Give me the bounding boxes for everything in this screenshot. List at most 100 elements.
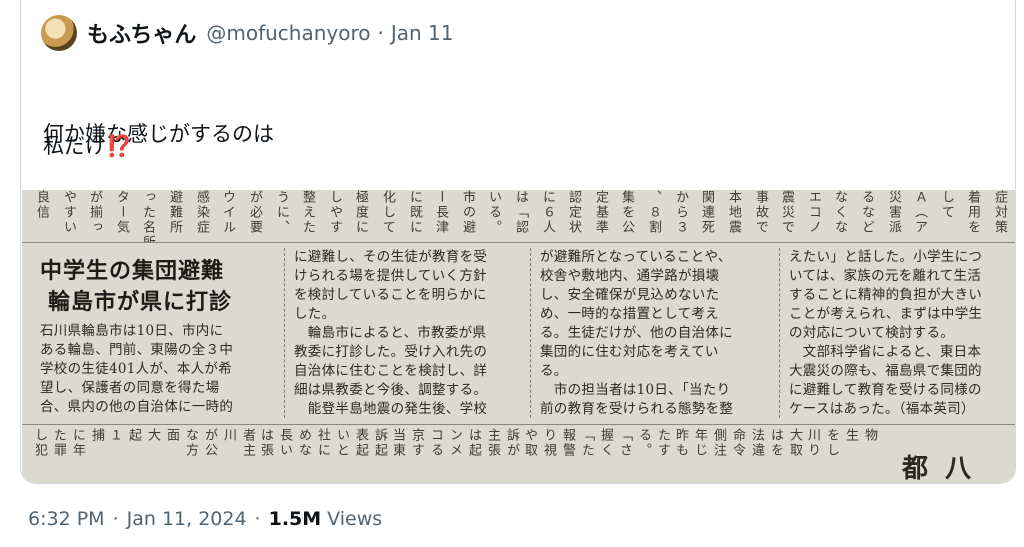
article-line: る。生徒だけが、他の自治体に (540, 325, 733, 341)
author-handle[interactable]: @mofuchanyoro (206, 21, 370, 45)
vertical-text-column: 面 (164, 428, 179, 443)
newspaper-top-strip: 良信 やすい が揃っ ター気 った名所 避難所 感染症 ウイル が必要 うに、 整えた しやす 極度に化… (22, 190, 1015, 242)
newspaper-rule-bottom (22, 424, 1015, 425)
article-line: えたい」と話した。小学生につ (789, 249, 983, 265)
article-line: 自治体に住むことを検討し、詳 (294, 363, 488, 379)
vertical-text-column: に既に (407, 190, 422, 235)
metadata-separator: · (254, 508, 261, 530)
vertical-text-column: 握く (598, 428, 613, 458)
vertical-text-column: ウイル (220, 190, 235, 235)
vertical-text-column: 報警 (560, 428, 575, 458)
article-line: 細は県教委と今後、調整する。 (294, 382, 488, 398)
vertical-text-column: １ (107, 428, 122, 443)
vertical-text-column: 感染症 (194, 190, 209, 235)
next-article-headline-fragment: 都 八 (902, 454, 976, 484)
article-line: けられる場を提供していく方針 (294, 268, 487, 284)
vertical-text-column: 川 (221, 428, 236, 443)
vertical-text-column: 定基準 (593, 190, 608, 235)
vertical-text-column: 当東 (390, 428, 405, 458)
vertical-text-column: 極度に (353, 190, 368, 235)
newspaper-clipping-image[interactable]: 良信 やすい が揃っ ター気 った名所 避難所 感染症 ウイル が必要 うに、 整えた しやす 極度に化… (22, 190, 1015, 484)
vertical-text-column: 訴起 (372, 428, 387, 458)
column-divider (530, 248, 531, 418)
vertical-text-column: コる (428, 428, 443, 458)
vertical-text-column: 集を公 (619, 190, 634, 235)
vertical-text-column: 主張 (485, 428, 500, 458)
vertical-text-column: 震災で (779, 190, 794, 235)
vertical-text-column: 、８割 (646, 190, 661, 235)
article-line: 合、県内の他の自治体に一時的 (40, 399, 234, 415)
newspaper-rule-top (22, 242, 1015, 243)
vertical-text-column: 社に (315, 428, 330, 458)
vertical-text-column: 物 (862, 428, 877, 443)
vertical-text-column: し犯 (32, 428, 47, 458)
article-line: 市の担当者は10日、「当たり (540, 382, 731, 398)
vertical-text-column: り視 (541, 428, 556, 458)
vertical-text-column: 認定状 (566, 190, 581, 235)
article-line: いては、家族の元を離れて生活 (789, 268, 982, 284)
vertical-text-column: 整えた (300, 190, 315, 235)
article-column-1: 石川県輪島市は10日、市内に ある輪島、門前、東陽の全３中 学校の生徒401人が、本… (40, 322, 233, 417)
vertical-text-column: 市の避 (460, 190, 475, 235)
vertical-text-column: 訴が (504, 428, 519, 458)
views-label[interactable]: Views (327, 508, 382, 530)
vertical-text-column: は「認 (513, 190, 528, 235)
article-line: 石川県輪島市は10日、市内に (40, 323, 224, 339)
vertical-text-column: ター気 (114, 190, 129, 235)
article-column-3: が避難所となっていることや、 校舎や敷地内、通学路が損壊 し、安全確保が見込めないた… (540, 248, 733, 419)
article-line: した。 (294, 306, 336, 322)
article-line: の対応について検討する。 (789, 325, 955, 341)
tweet-date[interactable]: Jan 11, 2024 (127, 508, 247, 530)
vertical-text-column: 「さ (617, 428, 632, 458)
interrobang-emoji-icon: ⁉️ (106, 134, 133, 158)
vertical-text-column: は張 (258, 428, 273, 458)
article-line: を検討していることを明らかに (294, 287, 487, 303)
vertical-text-column: めな (296, 428, 311, 458)
vertical-text-column: たす (655, 428, 670, 458)
vertical-text-column: るなど (859, 190, 874, 235)
vertical-text-column: 着用を (965, 190, 980, 235)
article-line: ケースはあった。（福本英司） (789, 401, 975, 417)
article-line: に避難して教育を受ける同様の (789, 382, 982, 398)
article-line: ある輪島、門前、東陽の全３中 (40, 342, 234, 358)
vertical-text-column: 良信 (34, 190, 49, 220)
article-line: 前の教育を受けられる態勢を整 (540, 401, 734, 417)
vertical-text-column: をし (824, 428, 839, 458)
vertical-text-column: る。 (636, 428, 651, 458)
header-separator: · (377, 21, 384, 45)
vertical-text-column: は起 (466, 428, 481, 458)
quoted-tweet-header: もふちゃん @mofuchanyoro · Jan 11 (41, 14, 453, 52)
quoted-tweet-date[interactable]: Jan 11 (391, 21, 454, 45)
tweet-time[interactable]: 6:32 PM (28, 508, 105, 530)
article-line: が避難所となっていることや、 (540, 249, 732, 265)
vertical-text-column: 京す (409, 428, 424, 458)
vertical-text-column: 昨も (673, 428, 688, 458)
vertical-text-column: 関連死 (699, 190, 714, 235)
article-line: 集団的に住む対応を考えてい (540, 344, 719, 360)
vertical-text-column: が公 (202, 428, 217, 458)
quoted-tweet-card[interactable]: もふちゃん @mofuchanyoro · Jan 11 何か嫌な感じがするのは… (20, 0, 1016, 484)
vertical-text-column: な方 (183, 428, 198, 458)
author-avatar[interactable] (41, 15, 77, 51)
headline-line-2: 輪島市が県に打診 (48, 289, 233, 315)
vertical-text-column: た罪 (51, 428, 66, 458)
article-headline: 中学生の集団避難 輪島市が県に打診 (40, 256, 232, 318)
views-count[interactable]: 1.5M (269, 508, 322, 530)
metadata-separator: · (112, 508, 119, 530)
article-column-2: に避難し、その生徒が教育を受 けられる場を提供していく方針 を検討していることを明ら… (294, 248, 487, 419)
article-line: 望し、保護者の同意を得た場 (40, 380, 220, 396)
vertical-text-column: 化して (380, 190, 395, 235)
article-line: 教委に打診した。受け入れ先の (294, 344, 488, 360)
article-column-4: えたい」と話した。小学生につ いては、家族の元を離れて生活 することに精神的負担が大… (789, 248, 982, 419)
vertical-text-column: 「た (579, 428, 594, 458)
vertical-text-column: 川り (805, 428, 820, 458)
tweet-text-line-2: 私だけ⁉️ (43, 132, 132, 160)
vertical-text-column: 生 (843, 428, 858, 443)
vertical-text-column: 長い (277, 428, 292, 458)
vertical-text-column: いと (334, 428, 349, 458)
vertical-text-column: 者主 (240, 428, 255, 458)
vertical-text-column: 側注 (711, 428, 726, 458)
article-line: し、安全確保が見込めないた (540, 287, 720, 303)
vertical-text-column: 表起 (353, 428, 368, 458)
author-name[interactable]: もふちゃん (87, 17, 196, 49)
